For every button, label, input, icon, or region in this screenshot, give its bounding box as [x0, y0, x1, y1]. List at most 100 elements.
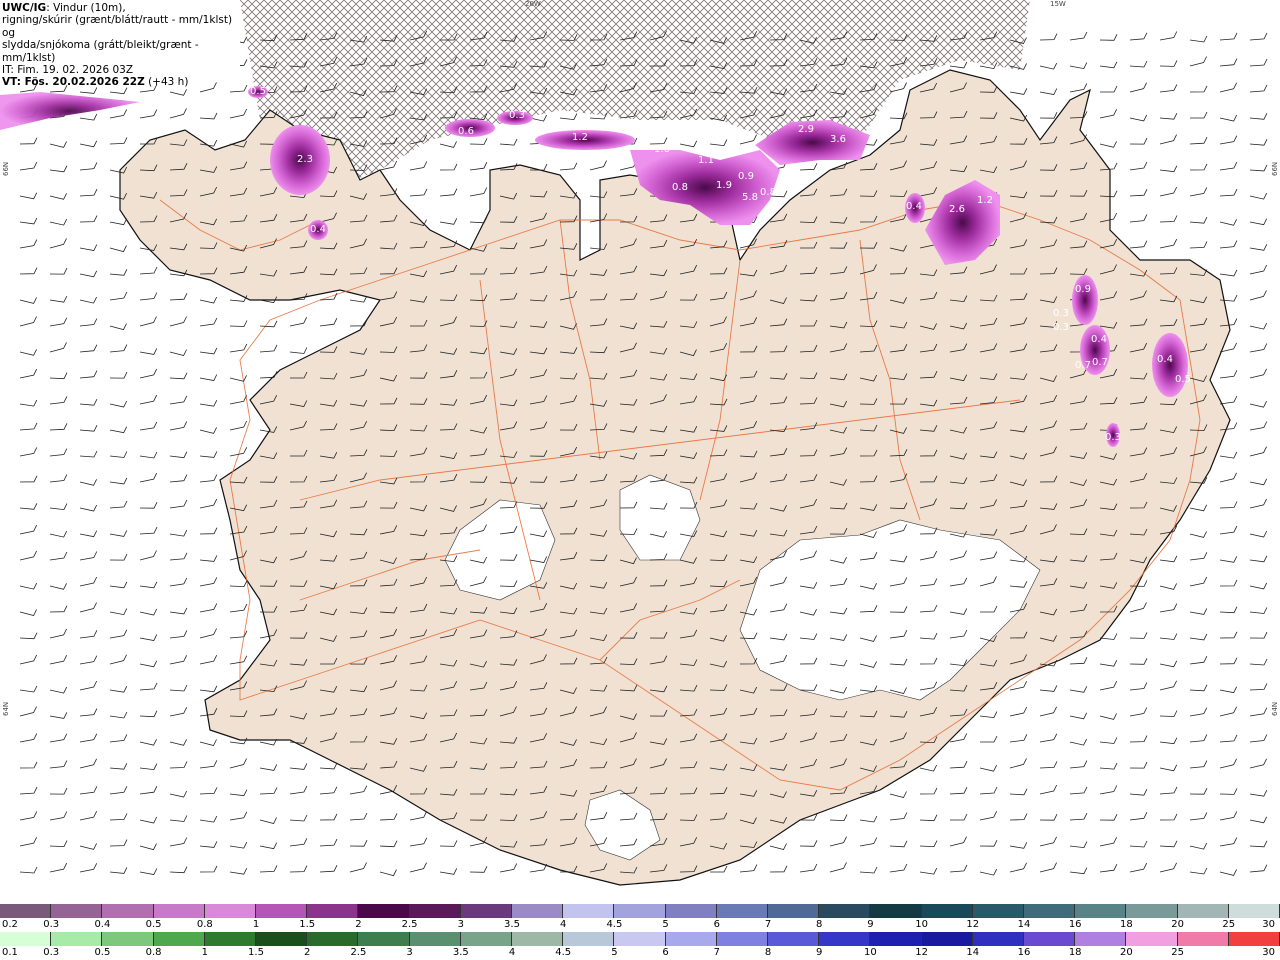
scale-tick: 1: [252, 919, 260, 930]
scale-tick: 2.5: [350, 947, 367, 958]
scale-cell: [870, 904, 922, 918]
lead-time: (+43 h): [148, 76, 189, 89]
scale-cell: [102, 904, 154, 918]
initial-time: IT: Fim. 19. 02. 2026 03Z: [2, 64, 134, 77]
scale-cell: [1075, 932, 1127, 946]
scale-tick: 30: [1262, 919, 1275, 930]
precip-value-label: 1.2: [572, 132, 588, 143]
precip-value-label: 1.2: [977, 195, 993, 206]
scale-tick: 6: [662, 947, 669, 958]
valid-time: VT: Fös. 20.02.2026 22Z: [2, 76, 145, 89]
scale-tick: 0.8: [145, 947, 162, 958]
precip-value-label: 0.8: [672, 182, 688, 193]
scale-tick: 5: [611, 947, 618, 958]
grid-label-66n-left: 66N: [2, 161, 10, 176]
scale-tick: 4.5: [555, 947, 572, 958]
scale-tick: 0.5: [94, 947, 111, 958]
scale-tick: 3: [406, 947, 413, 958]
precip-value-label: 0.5: [1175, 374, 1191, 385]
scale-tick: 0.3: [43, 919, 60, 930]
precip-value-label: 0.5: [250, 86, 266, 97]
scale-cell: [972, 932, 1025, 946]
precip-value-label: 0.7: [1092, 357, 1108, 368]
iceland-weather-map: 0.52.30.40.60.31.21.01.10.8 1.90.95.8 0.82…: [0, 0, 1280, 900]
scale-tick: 8: [816, 919, 823, 930]
scale-cell: [972, 904, 1025, 918]
scale-tick: 4: [508, 947, 516, 958]
map-info-box: UWC/IG: Vindur (10m), rigning/skúrir (gr…: [0, 0, 240, 88]
scale-tick: 4.5: [606, 919, 623, 930]
scale-tick: 3: [457, 919, 464, 930]
scale-tick: 3.5: [504, 919, 520, 930]
scale-tick: 5: [662, 919, 669, 930]
title-desc: : Vindur (10m),: [46, 2, 126, 14]
scale-tick: 16: [1017, 947, 1031, 958]
scale-tick: 2.5: [401, 919, 418, 930]
scale-tick: 12: [966, 919, 980, 930]
scale-cell: [819, 932, 871, 946]
grid-label-64n-right: 64N: [1271, 701, 1279, 716]
scale-cell: [921, 904, 973, 918]
legend-scales: 0.2 0.3 0.4 0.5 0.8 1 1.5 2 2.5 3 3.5 4 4.5 5 6 7 8 9 10 12…: [0, 900, 1280, 960]
scale-tick: 10: [864, 947, 877, 958]
scale-tick: 8: [764, 947, 772, 958]
scale-cell: [1228, 932, 1280, 946]
scale-cell: [921, 932, 973, 946]
scale-tick: 25: [1171, 947, 1184, 958]
scale-cell: [563, 932, 615, 946]
grid-label-66n-right: 66N: [1271, 161, 1279, 176]
scale-tick: 20: [1120, 947, 1133, 958]
scale-cell: [307, 932, 359, 946]
scale-tick: 7: [713, 947, 720, 958]
scale-tick: 1.5: [299, 919, 316, 930]
scale-cell: [409, 904, 461, 918]
scale-tick: 3.5: [452, 947, 469, 958]
precip-value-label: 0.6: [458, 126, 474, 137]
scale-tick: 25: [1222, 919, 1236, 930]
precip-value-label: 0.3: [1053, 308, 1069, 319]
scale-cell: [1024, 932, 1076, 946]
info-line-2: rigning/skúrir (grænt/blátt/rautt - mm/1…: [2, 14, 233, 39]
snow-scale-ticks: 0.2 0.3 0.4 0.5 0.8 1 1.5 2 2.5 3 3.5 4 4.5 5 6 7 8 9 10 12…: [0, 919, 1280, 931]
precip-value-label: 0.4: [1091, 334, 1107, 345]
scale-tick: 0.3: [43, 947, 60, 958]
precip-value-label: 2.9: [798, 124, 814, 135]
scale-tick: 0.4: [94, 919, 111, 930]
scale-tick: 2: [304, 947, 311, 958]
scale-cell: [614, 904, 666, 918]
scale-tick: 1: [201, 947, 208, 958]
scale-tick: 10: [915, 919, 928, 930]
scale-cell: [768, 932, 820, 946]
precip-value-label: 0.9: [1075, 284, 1091, 295]
scale-cell: [614, 932, 666, 946]
scale-tick: 0.1: [2, 947, 18, 958]
scale-tick: 6: [713, 919, 720, 930]
scale-cell: [870, 932, 922, 946]
scale-tick: 2: [355, 919, 362, 930]
scale-cell: [563, 904, 615, 918]
scale-cell: [665, 932, 717, 946]
precip-value-label: 3.6: [830, 134, 846, 145]
scale-cell: [460, 904, 513, 918]
scale-cell: [512, 932, 564, 946]
scale-cell: [460, 932, 513, 946]
precip-value-label: 1.9: [716, 180, 732, 191]
scale-cell: [716, 904, 769, 918]
scale-tick: 9: [867, 919, 874, 930]
scale-tick: 7: [764, 919, 772, 930]
precip-value-label: 1.0: [654, 144, 670, 155]
scale-cell: [51, 932, 103, 946]
scale-cell: [102, 932, 154, 946]
scale-tick: 18: [1068, 947, 1082, 958]
scale-tick: 12: [915, 947, 928, 958]
scale-cell: [51, 904, 103, 918]
precip-value-label: 0.8: [760, 187, 776, 198]
scale-tick: 0.5: [145, 919, 162, 930]
scale-cell: [1126, 932, 1178, 946]
scale-cell: [204, 904, 257, 918]
scale-cell: [256, 904, 308, 918]
precip-value-label: 0.9: [738, 171, 754, 182]
scale-tick: 0.8: [196, 919, 213, 930]
precip-value-label: 0.3: [509, 110, 525, 121]
scale-tick: 1.5: [248, 947, 264, 958]
